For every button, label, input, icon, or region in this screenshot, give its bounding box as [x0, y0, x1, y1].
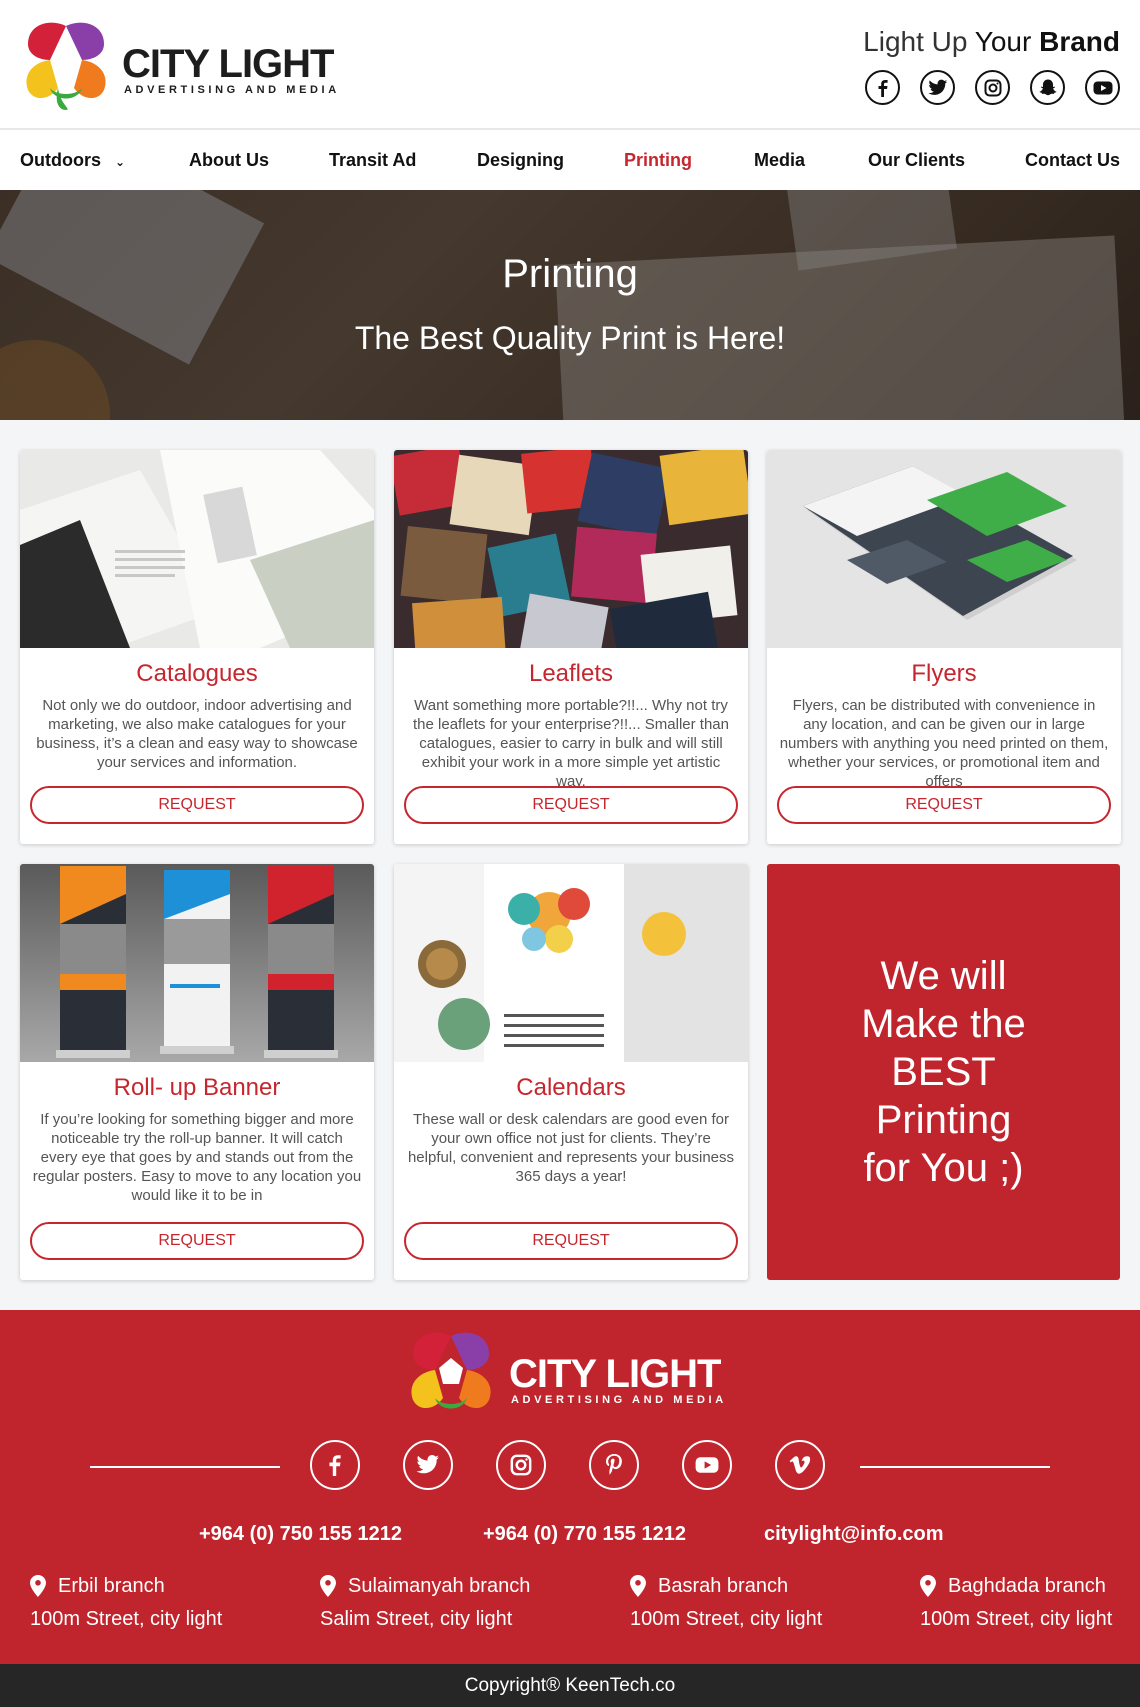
service-card-calendars: Calendars These wall or desk calendars a… [394, 864, 748, 1280]
promo-box: We will Make the BEST Printing for You ;… [767, 864, 1120, 1280]
roll-up-banner-image [20, 864, 374, 1062]
snapchat-icon[interactable] [1030, 70, 1065, 105]
location-pin-icon [630, 1575, 646, 1597]
nav-item-label: Outdoors [20, 150, 101, 170]
branch-name: Baghdada branch [948, 1574, 1106, 1597]
chevron-down-icon: ⌄ [115, 155, 126, 169]
nav-item-our-clients[interactable]: Our Clients [868, 130, 965, 190]
card-description: If you’re looking for something bigger a… [32, 1111, 362, 1204]
location-pin-icon [920, 1575, 936, 1597]
service-card-catalogues: Catalogues Not only we do outdoor, indoo… [20, 450, 374, 844]
logo-star-icon [411, 1332, 491, 1409]
footer-logo-subtitle: ADVERTISING AND MEDIA [511, 1394, 727, 1406]
branch-address: Salim Street, city light [320, 1608, 513, 1630]
promo-line: BEST [891, 1050, 996, 1094]
catalogues-image [20, 450, 374, 648]
footer-logo[interactable]: CITY LIGHT ADVERTISING AND MEDIA [405, 1328, 745, 1424]
twitter-icon[interactable] [403, 1440, 453, 1490]
promo-line: Printing [875, 1098, 1012, 1142]
service-card-flyers: Flyers Flyers, can be distributed with c… [767, 450, 1121, 844]
logo-subtitle: ADVERTISING AND MEDIA [124, 84, 340, 96]
branch-basrah: Basrah branch 100m Street, city light [630, 1572, 890, 1636]
footer-logo-name: CITY LIGHT [509, 1352, 721, 1396]
promo-line: for You ;) [863, 1146, 1024, 1190]
email-link[interactable]: citylight@info.com [764, 1523, 944, 1546]
instagram-icon[interactable] [975, 70, 1010, 105]
card-description: Flyers, can be distributed with convenie… [779, 697, 1109, 790]
tagline-part2: Your [974, 26, 1032, 57]
instagram-icon[interactable] [496, 1440, 546, 1490]
tagline: Light Up Your Brand [863, 26, 1120, 58]
logo-star-icon [26, 22, 106, 110]
twitter-icon[interactable] [920, 70, 955, 105]
site-footer: CITY LIGHT ADVERTISING AND MEDIA +964 (0… [0, 1310, 1140, 1664]
branch-address: 100m Street, city light [30, 1608, 223, 1630]
branch-name: Erbil branch [58, 1574, 165, 1597]
divider-left [90, 1466, 280, 1468]
divider-right [860, 1466, 1050, 1468]
branch-erbil: Erbil branch 100m Street, city light [30, 1572, 290, 1636]
service-card-leaflets: Leaflets Want something more portable?!!… [394, 450, 748, 844]
tagline-part3: Brand [1039, 26, 1120, 57]
calendars-image [394, 864, 748, 1062]
leaflets-image [394, 450, 748, 648]
promo-line: Make the [861, 1002, 1026, 1046]
branch-address: 100m Street, city light [920, 1608, 1113, 1630]
card-description: Not only we do outdoor, indoor advertisi… [36, 697, 358, 771]
request-button[interactable]: REQUEST [30, 1222, 364, 1260]
request-button[interactable]: REQUEST [777, 786, 1111, 824]
branch-name: Basrah branch [658, 1574, 789, 1597]
header-social-links [865, 70, 1120, 105]
card-description: Want something more portable?!!... Why n… [413, 697, 729, 790]
hero-title: Printing [502, 252, 638, 296]
tagline-part1: Light Up [863, 26, 968, 57]
nav-item-about-us[interactable]: About Us [189, 130, 269, 190]
promo-text: We will Make the BEST Printing for You ;… [767, 952, 1120, 1192]
phone-number-2[interactable]: +964 (0) 770 155 1212 [483, 1523, 686, 1546]
nav-item-transit-ad[interactable]: Transit Ad [329, 130, 416, 190]
phone-number-1[interactable]: +964 (0) 750 155 1212 [199, 1523, 402, 1546]
copyright-bar: Copyright® KeenTech.co [0, 1664, 1140, 1707]
youtube-icon[interactable] [682, 1440, 732, 1490]
branch-sulaimanyah: Sulaimanyah branch Salim Street, city li… [320, 1572, 580, 1636]
request-button[interactable]: REQUEST [404, 1222, 738, 1260]
nav-item-outdoors[interactable]: Outdoors ⌄ [20, 130, 125, 190]
vimeo-icon[interactable] [775, 1440, 825, 1490]
location-pin-icon [320, 1575, 336, 1597]
pinterest-icon[interactable] [589, 1440, 639, 1490]
logo-name: CITY LIGHT [122, 42, 334, 86]
service-card-roll-up-banner: Roll- up Banner If you’re looking for so… [20, 864, 374, 1280]
card-title: Roll- up Banner [113, 1074, 281, 1101]
card-title: Catalogues [136, 660, 258, 687]
site-logo[interactable]: CITY LIGHT ADVERTISING AND MEDIA [20, 18, 350, 114]
location-pin-icon [30, 1575, 46, 1597]
facebook-icon[interactable] [310, 1440, 360, 1490]
card-title: Leaflets [528, 660, 614, 687]
nav-item-contact-us[interactable]: Contact Us [1025, 130, 1120, 190]
facebook-icon[interactable] [865, 70, 900, 105]
site-header: CITY LIGHT ADVERTISING AND MEDIA Light U… [0, 0, 1140, 130]
main-nav: Outdoors ⌄ About Us Transit Ad Designing … [0, 130, 1140, 190]
request-button[interactable]: REQUEST [404, 786, 738, 824]
branch-name: Sulaimanyah branch [348, 1574, 531, 1597]
card-title: Calendars [516, 1074, 626, 1101]
hero-overlay [0, 190, 1140, 420]
hero-banner: Printing The Best Quality Print is Here! [0, 190, 1140, 420]
card-description: These wall or desk calendars are good ev… [407, 1111, 735, 1185]
request-button[interactable]: REQUEST [30, 786, 364, 824]
hero-subtitle: The Best Quality Print is Here! [354, 320, 786, 356]
youtube-icon[interactable] [1085, 70, 1120, 105]
footer-social-links [310, 1440, 825, 1490]
branch-address: 100m Street, city light [630, 1608, 823, 1630]
nav-item-media[interactable]: Media [754, 130, 805, 190]
flyers-image [767, 450, 1121, 648]
promo-line: We will [880, 954, 1007, 998]
nav-item-designing[interactable]: Designing [477, 130, 564, 190]
card-title: Flyers [911, 660, 977, 687]
nav-item-printing[interactable]: Printing [624, 130, 692, 190]
branch-baghdada: Baghdada branch 100m Street, city light [920, 1572, 1130, 1636]
